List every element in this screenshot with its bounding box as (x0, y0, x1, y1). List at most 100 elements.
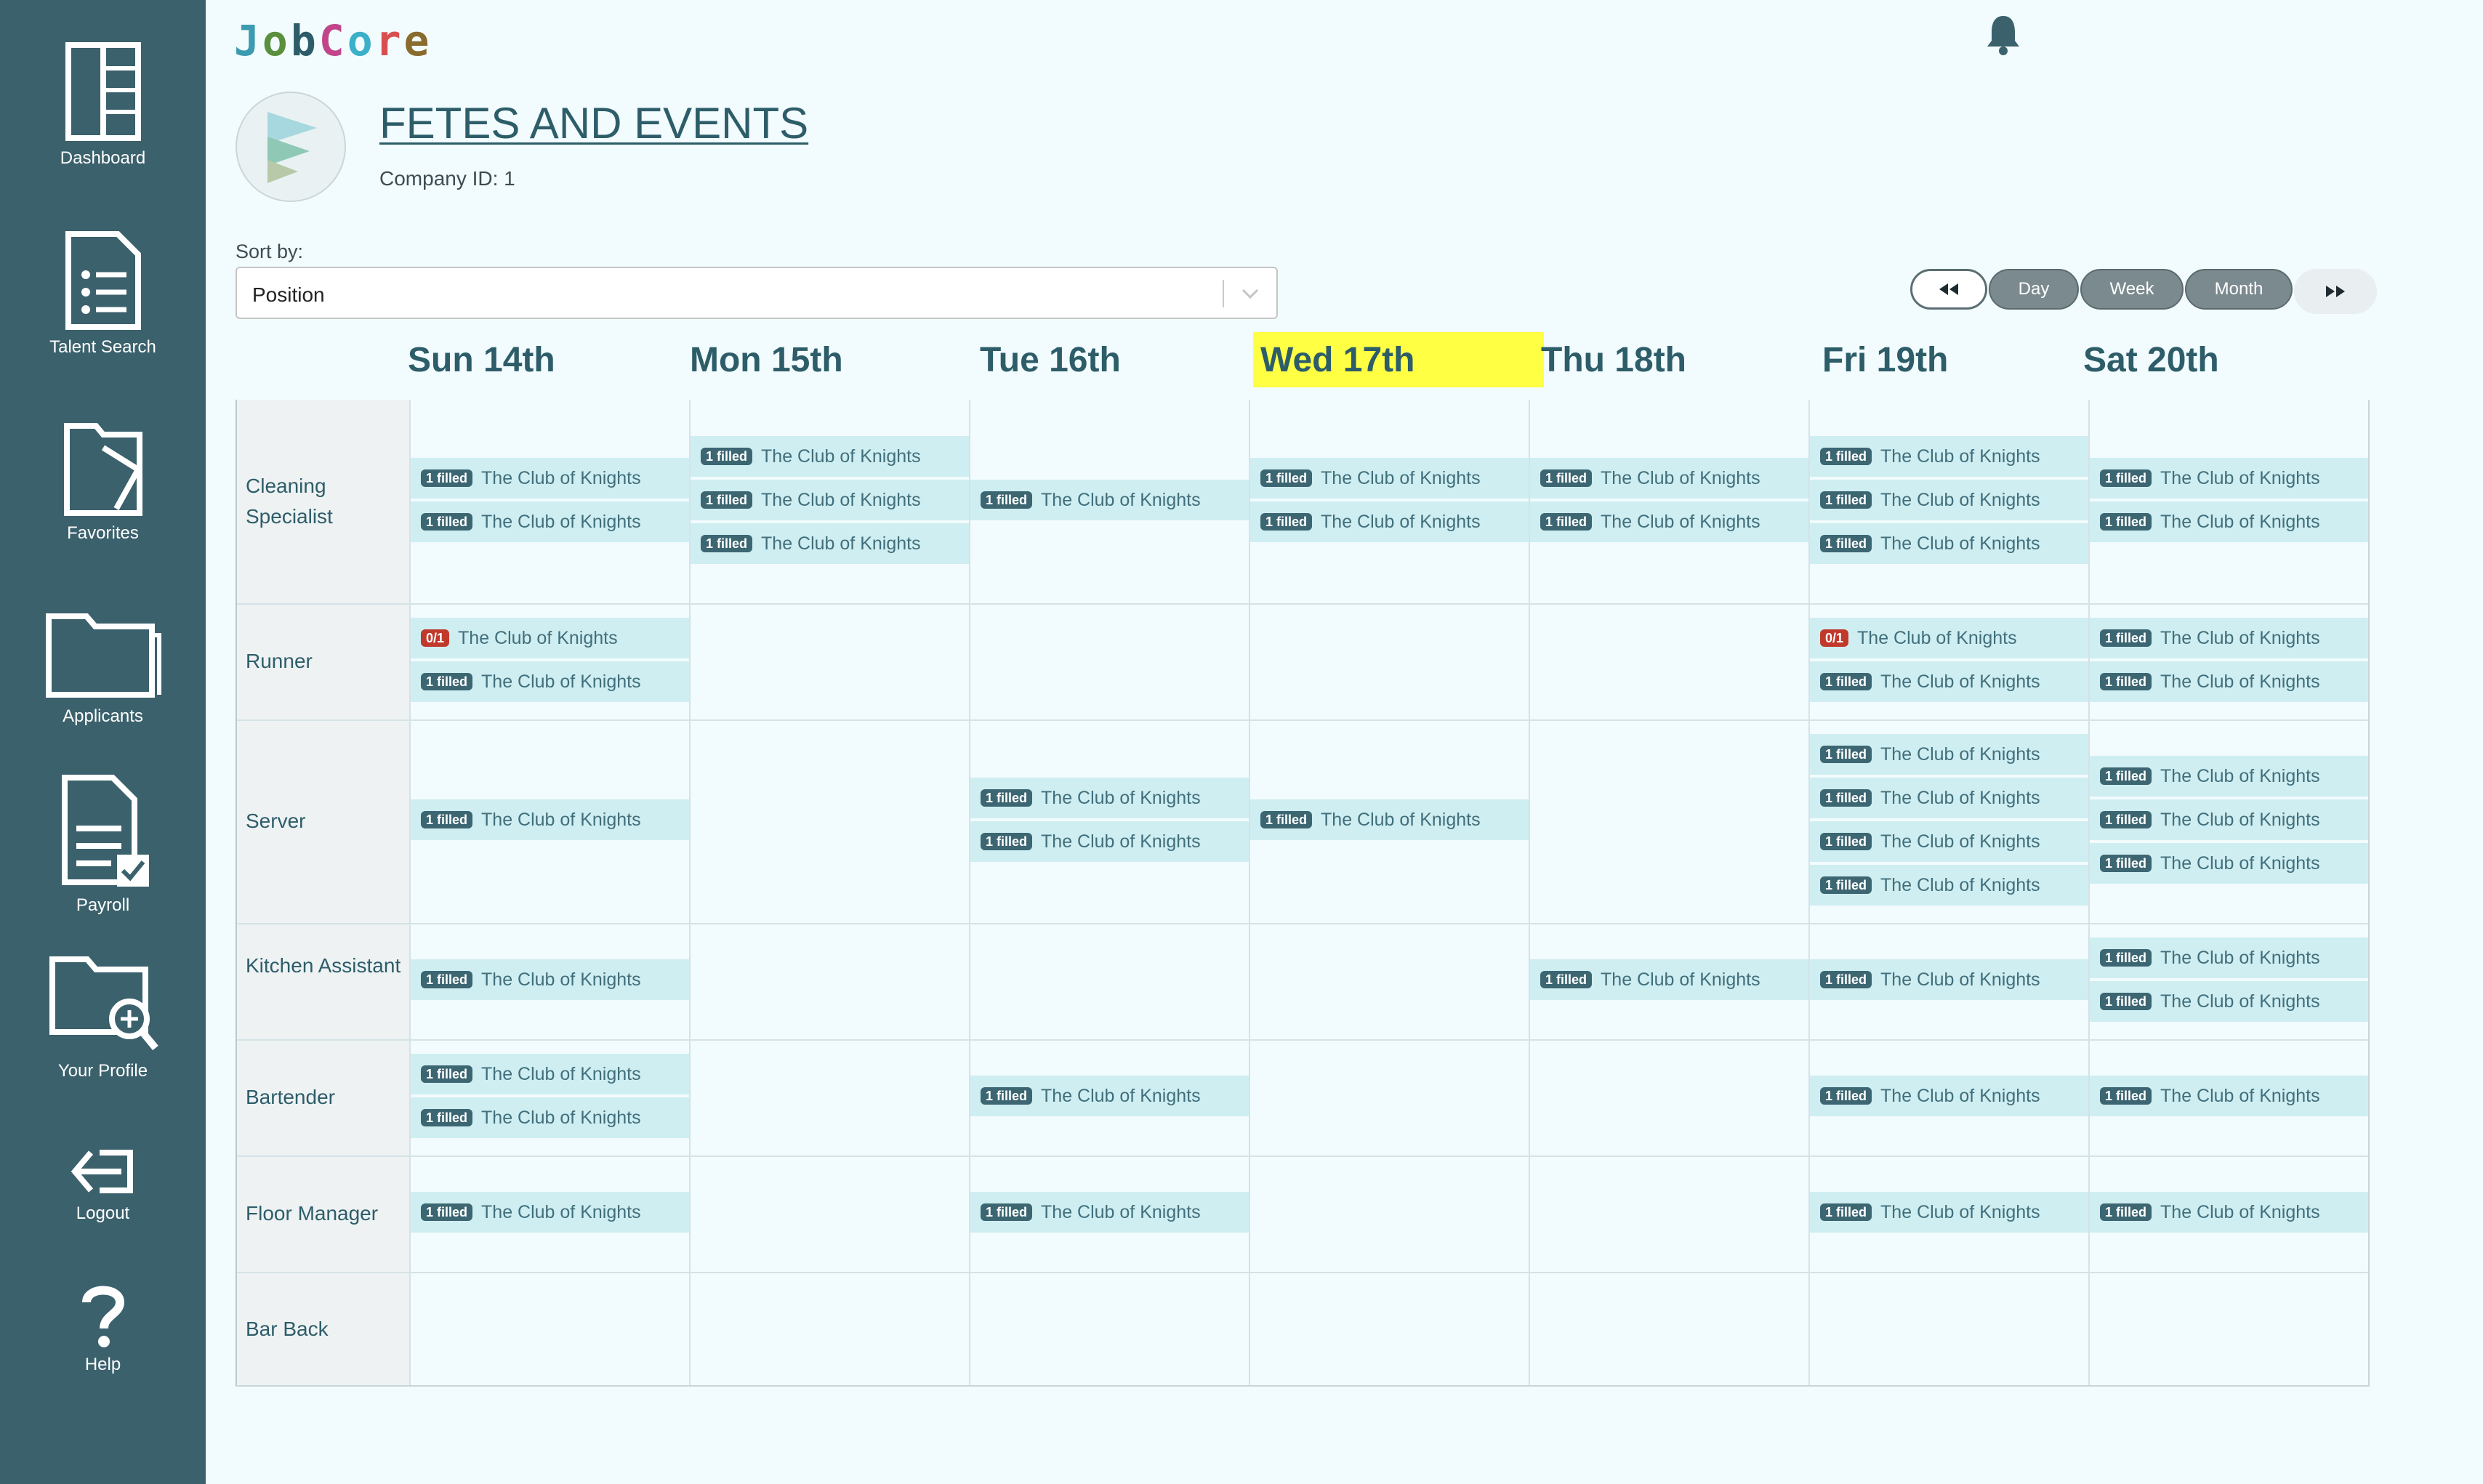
shift-item[interactable]: 1 filled The Club of Knights (411, 799, 689, 840)
shift-item[interactable]: 1 filled The Club of Knights (411, 1192, 689, 1233)
shift-item[interactable]: 1 filled The Club of Knights (2090, 458, 2368, 499)
sidebar-item-talent-search[interactable]: Talent Search (0, 230, 206, 358)
shift-item[interactable]: 0/1 The Club of Knights (411, 618, 689, 658)
logo-letter: e (403, 16, 432, 65)
shift-item[interactable]: 1 filled The Club of Knights (691, 436, 969, 477)
shift-title: The Club of Knights (1880, 743, 2040, 765)
shift-item[interactable]: 1 filled The Club of Knights (1250, 799, 1529, 840)
shift-item[interactable]: 1 filled The Club of Knights (1810, 959, 2088, 1000)
shift-item[interactable]: 1 filled The Club of Knights (2090, 799, 2368, 840)
filled-badge: 1 filled (2100, 855, 2152, 872)
filled-badge: 1 filled (421, 811, 473, 828)
view-month-button[interactable]: Month (2185, 269, 2293, 310)
shift-item[interactable]: 1 filled The Club of Knights (2090, 501, 2368, 542)
filled-badge: 1 filled (2100, 513, 2152, 531)
shift-item[interactable]: 0/1 The Club of Knights (1810, 618, 2088, 658)
shift-item[interactable]: 1 filled The Club of Knights (691, 480, 969, 520)
shift-item[interactable]: 1 filled The Club of Knights (2090, 1192, 2368, 1233)
sidebar-item-help[interactable]: Help (0, 1283, 206, 1375)
view-week-button[interactable]: Week (2080, 269, 2184, 310)
shift-title: The Club of Knights (1880, 874, 2040, 895)
sidebar-item-your-profile[interactable]: Your Profile (0, 953, 206, 1081)
unfilled-badge: 0/1 (421, 629, 450, 647)
shift-title: The Club of Knights (481, 1107, 641, 1128)
shift-title: The Club of Knights (458, 627, 618, 648)
shift-item[interactable]: 1 filled The Club of Knights (1530, 458, 1808, 499)
shift-item[interactable]: 1 filled The Club of Knights (970, 778, 1249, 818)
shift-item[interactable]: 1 filled The Club of Knights (970, 821, 1249, 862)
shift-item[interactable]: 1 filled The Club of Knights (2090, 661, 2368, 702)
shift-item[interactable]: 1 filled The Club of Knights (1810, 865, 2088, 906)
shift-item[interactable]: 1 filled The Club of Knights (411, 959, 689, 1000)
shift-title: The Club of Knights (1880, 831, 2040, 852)
shift-item[interactable]: 1 filled The Club of Knights (1810, 523, 2088, 564)
shift-item[interactable]: 1 filled The Club of Knights (1810, 778, 2088, 818)
shift-title: The Club of Knights (1041, 1201, 1201, 1222)
shift-title: The Club of Knights (1601, 467, 1760, 488)
shift-title: The Club of Knights (2160, 947, 2320, 968)
sidebar-item-applicants[interactable]: Applicants (0, 609, 206, 727)
sidebar-item-favorites[interactable]: Favorites (0, 419, 206, 544)
shift-title: The Club of Knights (1880, 533, 2040, 554)
sidebar-item-label: Favorites (67, 523, 139, 543)
bell-icon[interactable] (1985, 13, 2021, 57)
shift-item[interactable]: 1 filled The Club of Knights (1810, 480, 2088, 520)
filled-badge: 1 filled (421, 1203, 473, 1221)
logo-letter: o (262, 16, 291, 65)
sidebar-item-label: Dashboard (60, 148, 146, 168)
shift-title: The Club of Knights (1321, 467, 1481, 488)
shift-item[interactable]: 1 filled The Club of Knights (1810, 1192, 2088, 1233)
logo-letter: b (290, 16, 319, 65)
shift-item[interactable]: 1 filled The Club of Knights (1810, 661, 2088, 702)
shift-item[interactable]: 1 filled The Club of Knights (2090, 756, 2368, 797)
shift-item[interactable]: 1 filled The Club of Knights (1810, 821, 2088, 862)
shift-item[interactable]: 1 filled The Club of Knights (2090, 981, 2368, 1022)
sort-select[interactable]: Position (236, 267, 1278, 319)
position-label: Cleaning Specialist (246, 475, 333, 528)
shift-item[interactable]: 1 filled The Club of Knights (411, 1097, 689, 1138)
filled-badge: 1 filled (981, 1087, 1033, 1105)
shift-item[interactable]: 1 filled The Club of Knights (1810, 436, 2088, 477)
folder-icon (45, 613, 161, 698)
company-name-link[interactable]: FETES AND EVENTS (379, 98, 808, 148)
brand-logo[interactable]: JobCore (234, 16, 432, 65)
filled-badge: 1 filled (1540, 513, 1593, 531)
shift-item[interactable]: 1 filled The Club of Knights (2090, 843, 2368, 884)
next-week-button[interactable] (2294, 269, 2377, 314)
filled-badge: 1 filled (981, 789, 1033, 807)
sidebar-item-payroll[interactable]: Payroll (0, 773, 206, 916)
shift-item[interactable]: 1 filled The Club of Knights (1530, 959, 1808, 1000)
shift-item[interactable]: 1 filled The Club of Knights (691, 523, 969, 564)
folder-search-icon (49, 956, 158, 1051)
view-day-button[interactable]: Day (1989, 269, 2079, 310)
shift-item[interactable]: 1 filled The Club of Knights (1530, 501, 1808, 542)
shift-item[interactable]: 1 filled The Club of Knights (411, 458, 689, 499)
shift-item[interactable]: 1 filled The Club of Knights (2090, 618, 2368, 658)
row-divider (237, 1156, 2368, 1157)
shift-item[interactable]: 1 filled The Club of Knights (970, 1192, 1249, 1233)
sidebar-item-dashboard[interactable]: Dashboard (0, 41, 206, 169)
shift-item[interactable]: 1 filled The Club of Knights (1250, 501, 1529, 542)
shift-title: The Club of Knights (481, 1063, 641, 1084)
shift-title: The Club of Knights (1601, 969, 1760, 990)
filled-badge: 1 filled (1540, 971, 1593, 988)
shift-item[interactable]: 1 filled The Club of Knights (411, 1054, 689, 1094)
shift-item[interactable]: 1 filled The Club of Knights (2090, 937, 2368, 978)
shift-item[interactable]: 1 filled The Club of Knights (1810, 734, 2088, 775)
shift-item[interactable]: 1 filled The Club of Knights (2090, 1076, 2368, 1116)
row-divider (237, 719, 2368, 721)
filled-badge: 1 filled (701, 491, 753, 509)
shift-item[interactable]: 1 filled The Club of Knights (411, 661, 689, 702)
sidebar-item-logout[interactable]: Logout (0, 1147, 206, 1224)
shift-title: The Club of Knights (1041, 1085, 1201, 1106)
shift-item[interactable]: 1 filled The Club of Knights (970, 480, 1249, 520)
shift-title: The Club of Knights (1880, 1085, 2040, 1106)
shift-item[interactable]: 1 filled The Club of Knights (1810, 1076, 2088, 1116)
filled-badge: 1 filled (2100, 767, 2152, 785)
prev-week-button[interactable] (1910, 269, 1987, 310)
shift-item[interactable]: 1 filled The Club of Knights (1250, 458, 1529, 499)
chevron-down-icon[interactable] (1240, 286, 1260, 302)
sidebar-item-label: Your Profile (57, 1061, 148, 1081)
shift-item[interactable]: 1 filled The Club of Knights (411, 501, 689, 542)
shift-item[interactable]: 1 filled The Club of Knights (970, 1076, 1249, 1116)
